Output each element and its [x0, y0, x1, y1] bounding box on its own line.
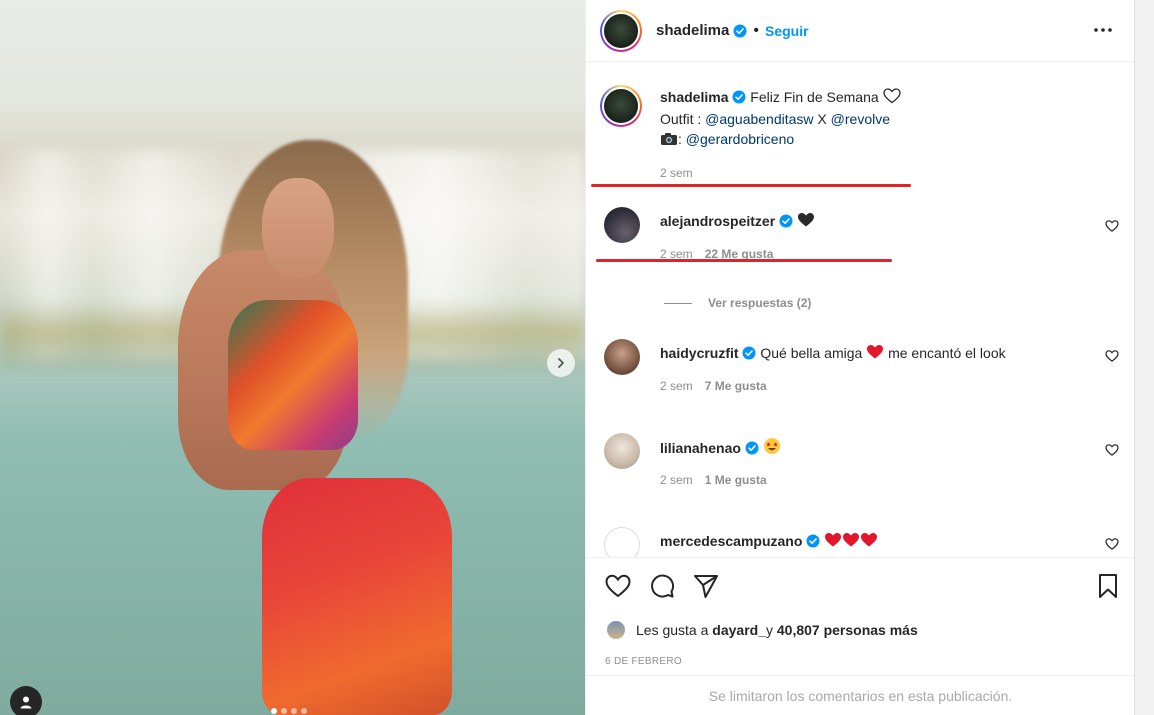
comment-text: lilianahenao — [660, 437, 1100, 460]
camera-emoji-icon — [660, 131, 678, 151]
caption-time[interactable]: 2 sem — [660, 166, 693, 180]
black-heart-emoji-icon — [797, 212, 815, 233]
post-actions: Les gusta a dayard_ y 40,807 personas má… — [586, 557, 1135, 675]
author-avatar[interactable] — [600, 9, 642, 52]
like-comment-heart-icon[interactable] — [1105, 443, 1119, 457]
like-comment-heart-icon[interactable] — [1105, 349, 1119, 363]
comments-limited-notice: Se limitaron los comentarios en esta pub… — [586, 675, 1135, 715]
carousel-dot — [291, 708, 297, 714]
comment-row: alejandrospeitzer 2 sem 22 Me gusta — [604, 207, 1119, 267]
comment-message-cont: me encantó el look — [888, 345, 1006, 361]
carousel-indicator — [271, 708, 307, 714]
carousel-dot — [271, 708, 277, 714]
caption-message: Feliz Fin de Semana — [750, 89, 879, 105]
caption-avatar[interactable] — [600, 85, 642, 127]
comment-row: haidycruzfit Qué bella amiga me encantó … — [604, 339, 1119, 399]
post-date: 6 DE FEBRERO — [605, 656, 682, 667]
follow-button[interactable]: Seguir — [765, 23, 809, 39]
comment-likes[interactable]: 1 Me gusta — [705, 473, 767, 487]
star-struck-emoji-icon — [763, 437, 781, 460]
author-username[interactable]: shadelima — [656, 22, 729, 39]
save-bookmark-icon[interactable] — [1094, 572, 1122, 600]
comment-likes[interactable]: 7 Me gusta — [705, 379, 767, 393]
comment-message: Qué bella amiga — [760, 345, 863, 361]
liker-username[interactable]: dayard_ — [712, 622, 766, 638]
comments-list[interactable]: shadelima Feliz Fin de Semana Outfit : @… — [586, 63, 1135, 557]
caption-text: shadelima Feliz Fin de Semana Outfit : @… — [660, 87, 1100, 151]
replies-line — [664, 302, 692, 304]
caption-meta: 2 sem — [660, 166, 693, 180]
post-side-panel: shadelima • Seguir shadelima Feliz Fin d… — [585, 0, 1135, 715]
likes-prefix: Les gusta a — [636, 622, 709, 638]
likes-count[interactable]: 40,807 personas más — [777, 622, 918, 638]
like-comment-heart-icon[interactable] — [1105, 219, 1119, 233]
mention-link[interactable]: @gerardobriceno — [686, 131, 794, 147]
red-heart-emoji-icon — [842, 532, 860, 553]
caption-row: shadelima Feliz Fin de Semana Outfit : @… — [600, 83, 1119, 183]
red-heart-emoji-icon — [824, 532, 842, 553]
user-icon — [20, 696, 32, 709]
instagram-post-view: shadelima • Seguir shadelima Feliz Fin d… — [0, 0, 1154, 715]
liker-avatar[interactable] — [606, 620, 626, 640]
comment-username[interactable]: haidycruzfit — [660, 345, 739, 361]
white-heart-emoji-icon — [882, 88, 901, 109]
comment-username[interactable]: mercedescampuzano — [660, 533, 802, 549]
caption-username[interactable]: shadelima — [660, 89, 728, 105]
tagged-users-button[interactable] — [10, 686, 42, 715]
comment-row: mercedescampuzano — [604, 527, 1119, 557]
header-separator: • — [753, 21, 759, 39]
red-heart-emoji-icon — [860, 532, 878, 553]
comment-avatar[interactable] — [604, 433, 640, 469]
verified-badge-icon — [745, 441, 759, 455]
verified-badge-icon — [742, 346, 756, 360]
comment-time[interactable]: 2 sem — [660, 473, 693, 487]
view-replies-button[interactable]: Ver respuestas (2) — [664, 296, 811, 310]
window-scrollbar[interactable] — [1134, 0, 1154, 715]
share-paper-plane-icon[interactable] — [692, 572, 720, 600]
carousel-dot — [301, 708, 307, 714]
outfit-prefix: Outfit : — [660, 111, 706, 127]
more-horizontal-icon — [1094, 28, 1112, 32]
red-heart-emoji-icon — [866, 344, 884, 365]
likes-summary: Les gusta a dayard_ y 40,807 personas má… — [606, 620, 918, 640]
verified-badge-icon — [733, 24, 747, 38]
outfit-join: X — [813, 111, 831, 127]
chevron-right-icon — [558, 358, 564, 368]
comment-meta: 2 sem 7 Me gusta — [660, 379, 767, 393]
comment-meta: 2 sem 1 Me gusta — [660, 473, 767, 487]
post-photo[interactable] — [0, 0, 585, 715]
comment-text: mercedescampuzano — [660, 531, 1100, 553]
verified-badge-icon — [779, 214, 793, 228]
more-options-button[interactable] — [1091, 18, 1115, 42]
comment-row: lilianahenao 2 sem 1 Me gusta — [604, 433, 1119, 493]
carousel-next-button[interactable] — [547, 349, 575, 377]
comment-time[interactable]: 2 sem — [660, 379, 693, 393]
comment-avatar[interactable] — [604, 527, 640, 557]
like-comment-heart-icon[interactable] — [1105, 537, 1119, 551]
comment-text: alejandrospeitzer — [660, 211, 1100, 233]
comment-avatar[interactable] — [604, 339, 640, 375]
comment-username[interactable]: lilianahenao — [660, 440, 741, 456]
mention-link[interactable]: @revolve — [831, 111, 890, 127]
annotation-underline — [591, 184, 911, 187]
annotation-underline — [596, 259, 892, 262]
photo-prefix: : — [678, 131, 686, 147]
verified-badge-icon — [732, 90, 746, 104]
comment-username[interactable]: alejandrospeitzer — [660, 213, 775, 229]
likes-middle: y — [765, 622, 773, 638]
view-replies-label: Ver respuestas (2) — [708, 296, 812, 310]
comment-text: haidycruzfit Qué bella amiga me encantó … — [660, 343, 1100, 365]
verified-badge-icon — [806, 534, 820, 548]
carousel-dot — [281, 708, 287, 714]
comment-bubble-icon[interactable] — [648, 572, 676, 600]
mention-link[interactable]: @aguabenditasw — [705, 111, 813, 127]
comment-avatar[interactable] — [604, 207, 640, 243]
post-header: shadelima • Seguir — [586, 0, 1135, 62]
like-heart-icon[interactable] — [604, 572, 632, 600]
